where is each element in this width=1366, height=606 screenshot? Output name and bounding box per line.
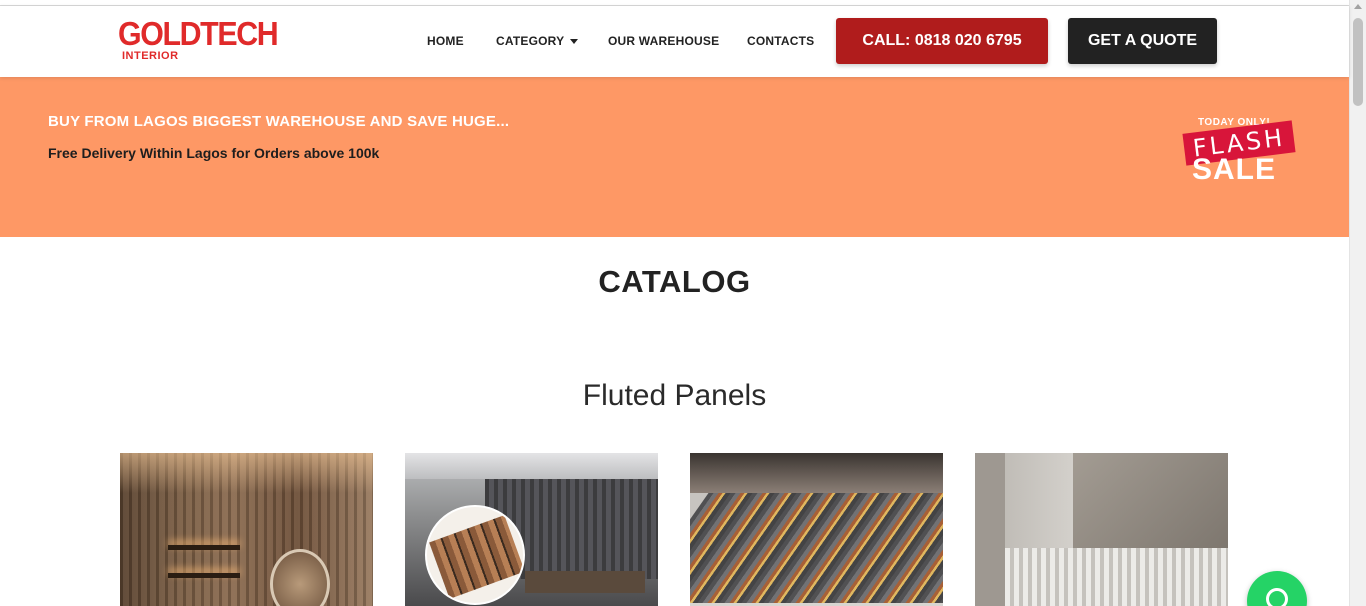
shelf xyxy=(168,545,240,550)
shelf xyxy=(168,573,240,578)
call-button[interactable]: CALL: 0818 020 6795 xyxy=(836,18,1048,64)
whatsapp-icon xyxy=(1266,588,1288,606)
desk xyxy=(525,571,645,593)
promo-banner: BUY FROM LAGOS BIGGEST WAREHOUSE AND SAV… xyxy=(0,77,1349,237)
ceiling xyxy=(405,453,658,479)
flash-sale-badge: TODAY ONLY! FLASH SALE xyxy=(1180,115,1300,195)
page-scrollbar[interactable] xyxy=(1349,0,1366,606)
nav-contacts[interactable]: CONTACTS xyxy=(747,34,814,48)
wall xyxy=(975,453,1005,606)
product-card-3[interactable] xyxy=(690,453,943,606)
logo-wordmark: GOLDTECH xyxy=(118,15,279,52)
fluted-panel-stack-image xyxy=(690,493,943,603)
section-title-fluted-panels: Fluted Panels xyxy=(582,379,767,412)
product-card-1[interactable] xyxy=(120,453,373,606)
whatsapp-button[interactable] xyxy=(1247,571,1307,606)
caret-down-icon xyxy=(570,39,579,45)
product-card-4[interactable] xyxy=(975,453,1228,606)
scroll-up-arrow-icon[interactable] xyxy=(1354,4,1362,9)
ceiling-light xyxy=(120,453,373,493)
nav-category[interactable]: CATEGORY xyxy=(496,34,579,48)
panel-sample xyxy=(429,515,523,599)
nav-category-label: CATEGORY xyxy=(496,34,565,48)
site-logo[interactable]: GOLDTECH INTERIOR xyxy=(118,16,279,66)
scroll-thumb[interactable] xyxy=(1353,18,1363,106)
cabinet xyxy=(1073,453,1228,553)
logo-subtitle: INTERIOR xyxy=(122,50,179,62)
product-card-2[interactable] xyxy=(405,453,658,606)
nav-our-warehouse[interactable]: OUR WAREHOUSE xyxy=(608,34,719,48)
sale-label: SALE xyxy=(1192,153,1277,186)
banner-subtitle: Free Delivery Within Lagos for Orders ab… xyxy=(48,145,380,161)
office-background xyxy=(690,453,943,493)
fluted-panel-interior-image xyxy=(1005,548,1228,606)
catalog-title: CATALOG xyxy=(598,264,751,299)
nav-home[interactable]: HOME xyxy=(427,34,464,48)
panel-sample-inset xyxy=(425,505,525,605)
get-a-quote-button[interactable]: GET A QUOTE xyxy=(1068,18,1217,64)
banner-title: BUY FROM LAGOS BIGGEST WAREHOUSE AND SAV… xyxy=(48,113,510,130)
site-header: GOLDTECH INTERIOR HOME CATEGORY OUR WARE… xyxy=(0,6,1349,77)
